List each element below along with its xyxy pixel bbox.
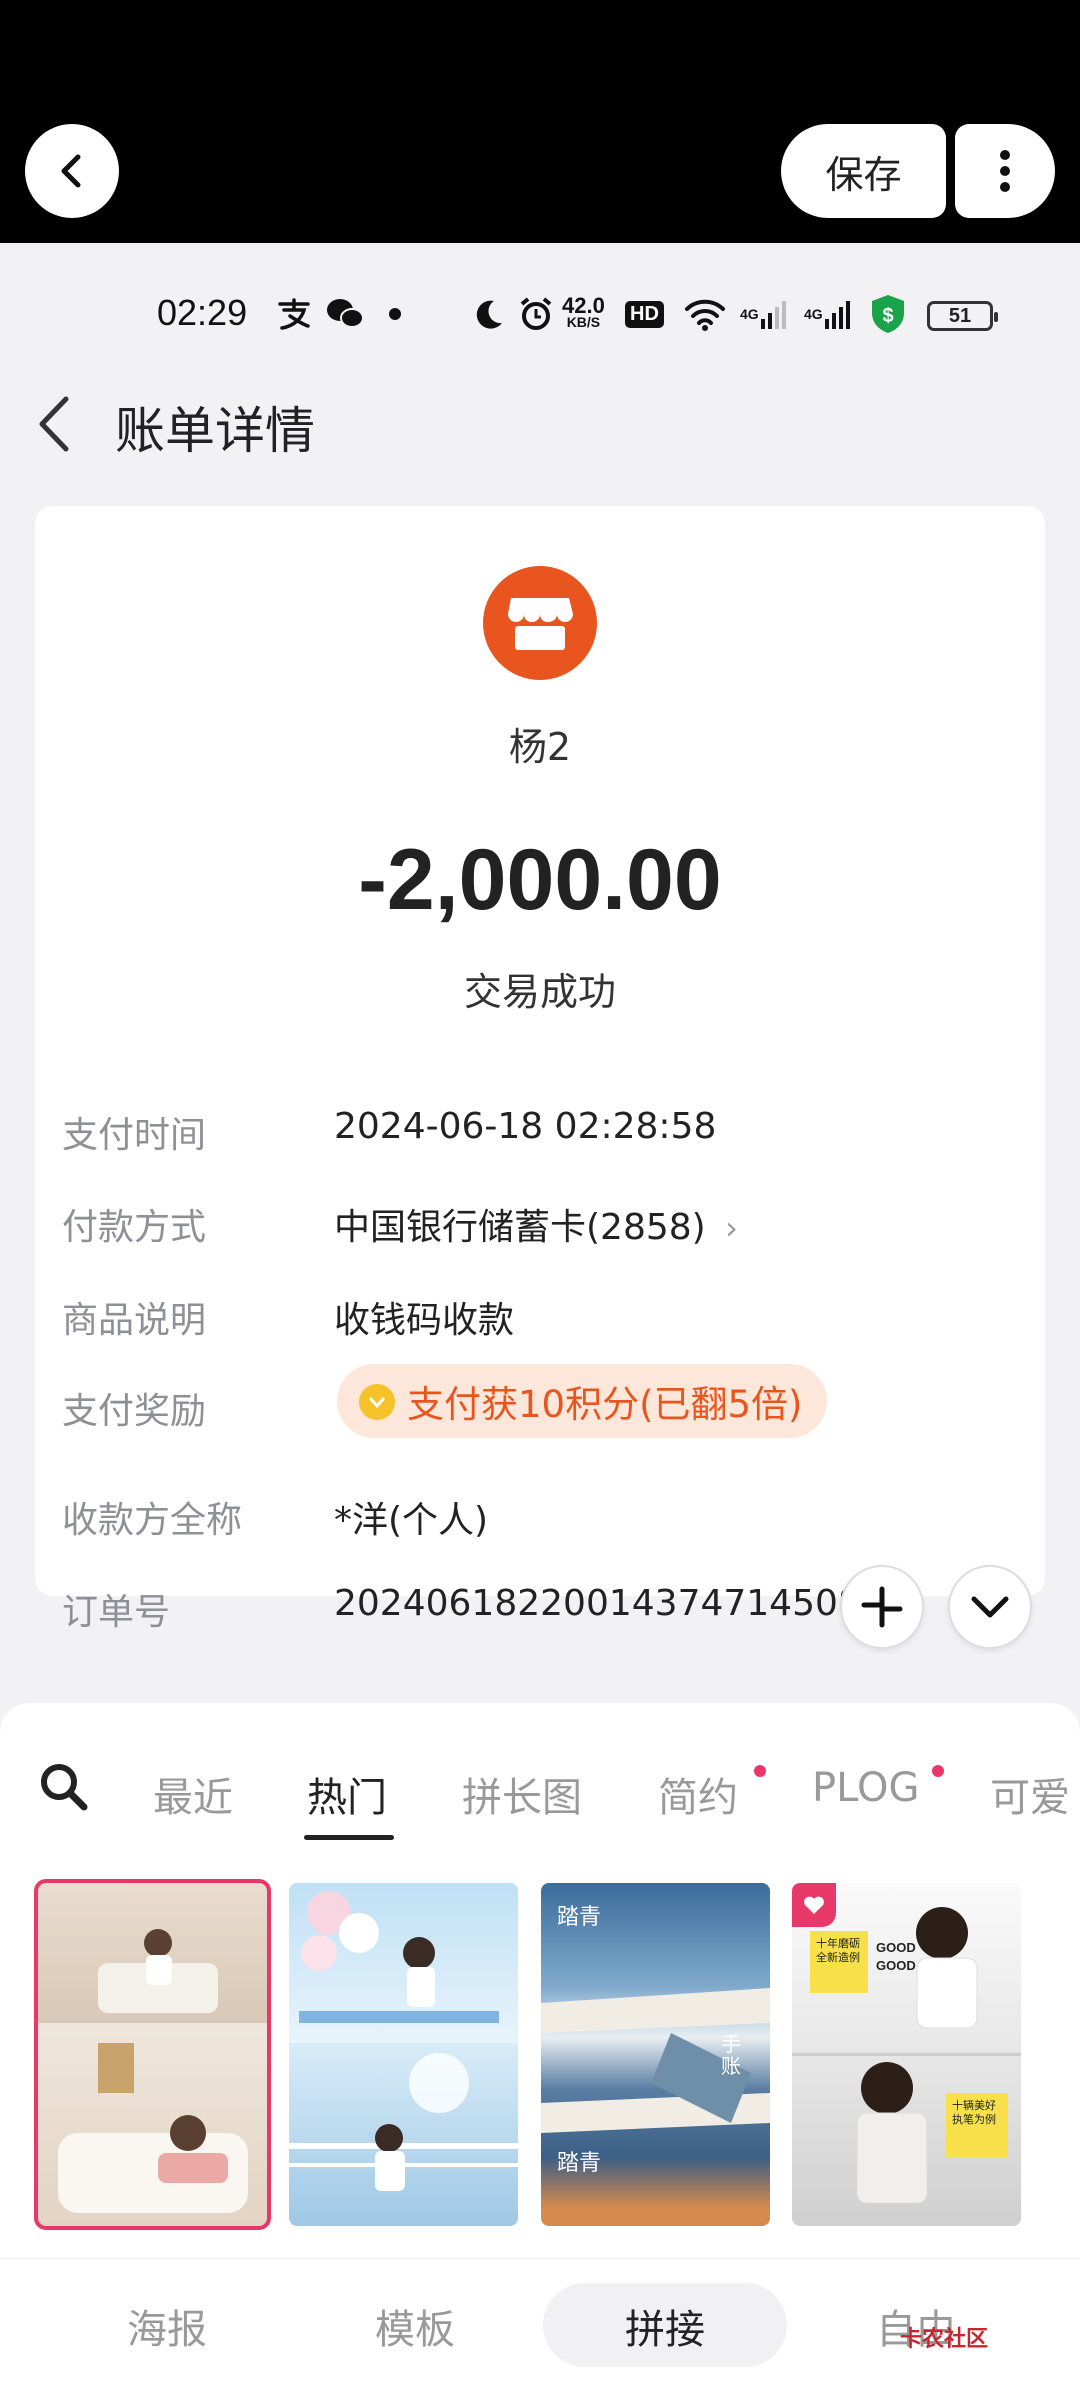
signal-4g-icon-2: 4G — [804, 294, 851, 334]
chevron-left-icon — [39, 396, 69, 452]
detail-row-payee-fullname: 收款方全称 *洋(个人) — [62, 1491, 1022, 1551]
sticky-note: 十辆美好 执笔为例 — [946, 2093, 1008, 2157]
new-badge-dot — [754, 1765, 766, 1777]
template-thumb-3[interactable]: 踏青 手账 踏青 — [541, 1883, 770, 2226]
security-shield-icon: $ — [868, 294, 908, 334]
overlay-text: 手账 — [721, 2032, 741, 2078]
more-vertical-icon — [1000, 150, 1010, 192]
photo-top — [38, 1883, 267, 2023]
tab-simple[interactable]: 简约 — [658, 1765, 738, 1823]
row-value: 收钱码收款 — [334, 1300, 515, 1341]
overlay-text: 踏青 — [557, 1905, 602, 1930]
net-speed: 42.0 KB/S — [562, 293, 605, 331]
favorite-heart-icon[interactable] — [792, 1883, 836, 1927]
tab-recent[interactable]: 最近 — [153, 1765, 233, 1823]
hd-icon: HD — [625, 294, 664, 334]
row-label: 商品说明 — [62, 1300, 207, 1341]
row-label: 付款方式 — [62, 1207, 207, 1248]
status-time: 02:29 — [157, 292, 248, 333]
tab-cute[interactable]: 可爱 — [990, 1765, 1080, 1823]
row-value[interactable]: 中国银行储蓄卡(2858) › — [334, 1198, 738, 1250]
row-label: 支付时间 — [62, 1115, 207, 1156]
chevron-down-icon — [971, 1596, 1009, 1618]
wifi-icon — [684, 294, 726, 334]
nav-stitch[interactable]: 拼接 — [625, 2297, 705, 2355]
active-tab-indicator — [304, 1835, 394, 1840]
tab-hot[interactable]: 热门 — [307, 1765, 387, 1823]
bill-detail-card: 杨2 -2,000.00 交易成功 支付时间 2024-06-18 02:28:… — [35, 506, 1045, 1596]
page-back-button[interactable] — [34, 395, 74, 457]
editor-back-button[interactable] — [25, 124, 119, 218]
row-label: 订单号 — [62, 1592, 171, 1633]
overlay-text: GOOD GOOD — [876, 1940, 916, 1973]
tab-long-image[interactable]: 拼长图 — [462, 1765, 582, 1823]
back-arrow-icon — [61, 154, 81, 188]
search-icon[interactable] — [38, 1761, 90, 1817]
detail-row-pay-time: 支付时间 2024-06-18 02:28:58 — [62, 1106, 1022, 1166]
reward-text: 支付获10积分(已翻5倍) — [407, 1383, 803, 1426]
detail-row-reward: 支付奖励 支付获10积分(已翻5倍) — [62, 1364, 1022, 1442]
template-thumb-2[interactable] — [289, 1883, 518, 2226]
reward-badge[interactable]: 支付获10积分(已翻5倍) — [337, 1364, 827, 1438]
notification-dot-icon — [388, 294, 402, 334]
svg-text:$: $ — [882, 305, 893, 327]
sticky-note: 十年磨砺 全新造例 — [810, 1931, 868, 1993]
chevron-right-icon: › — [725, 1209, 738, 1247]
tab-plog[interactable]: PLOG — [812, 1765, 919, 1811]
detail-row-pay-method[interactable]: 付款方式 中国银行储蓄卡(2858) › — [62, 1198, 1022, 1258]
detail-row-product: 商品说明 收钱码收款 — [62, 1291, 1022, 1351]
battery-indicator: 51 — [927, 301, 998, 331]
pay-method-text: 中国银行储蓄卡(2858) — [334, 1207, 706, 1248]
new-badge-dot — [932, 1765, 944, 1777]
template-thumb-4[interactable]: 十年磨砺 全新造例 GOOD GOOD 十辆美好 执笔为例 — [792, 1883, 1021, 2226]
signal-4g-icon-1: 4G — [740, 294, 787, 334]
template-thumb-1[interactable] — [34, 1879, 271, 2230]
expand-panel-button[interactable] — [948, 1565, 1032, 1649]
screenshot-canvas: 02:29 42.0 KB/S HD 4G 4G $ 51 账单详情 杨2 -2… — [0, 243, 1080, 2400]
page-title: 账单详情 — [115, 402, 315, 460]
wechat-icon — [326, 294, 364, 334]
editor-top-bar: 保存 — [0, 0, 1080, 243]
payee-name: 杨2 — [508, 725, 572, 769]
row-label: 支付奖励 — [62, 1391, 207, 1432]
row-value: 2024-06-18 02:28:58 — [334, 1106, 717, 1147]
photo-bottom — [289, 2043, 518, 2226]
nav-template[interactable]: 模板 — [375, 2297, 455, 2355]
overlay-text: 踏青 — [557, 2151, 602, 2176]
app-nav-bar: 账单详情 — [0, 373, 1080, 463]
alarm-icon — [518, 294, 554, 334]
crop-tool-button[interactable] — [840, 1565, 924, 1649]
photo-bottom — [38, 2023, 267, 2226]
coin-icon — [359, 1384, 395, 1420]
more-menu-button[interactable] — [955, 124, 1055, 218]
photo-top — [289, 1883, 518, 2043]
moon-icon — [472, 294, 506, 334]
row-label: 收款方全称 — [62, 1500, 243, 1541]
save-button[interactable]: 保存 — [781, 124, 946, 218]
nav-poster[interactable]: 海报 — [127, 2297, 207, 2355]
row-value: *洋(个人) — [334, 1500, 489, 1541]
bottom-nav: 海报 模板 拼接 自由 卡农社区 — [0, 2258, 1080, 2400]
transaction-amount: -2,000.00 — [358, 832, 722, 928]
order-number: 2024061822001437471450878 — [334, 1583, 907, 1624]
alipay-icon — [276, 294, 312, 334]
shop-icon — [483, 566, 597, 680]
template-tabs: 最近 热门 拼长图 简约 PLOG 可爱 — [0, 1753, 1080, 1840]
transaction-status: 交易成功 — [463, 970, 616, 1014]
watermark-logo: 卡农社区 — [900, 2327, 989, 2352]
status-bar: 02:29 42.0 KB/S HD 4G 4G $ 51 — [0, 286, 1080, 346]
crop-icon — [861, 1586, 903, 1628]
